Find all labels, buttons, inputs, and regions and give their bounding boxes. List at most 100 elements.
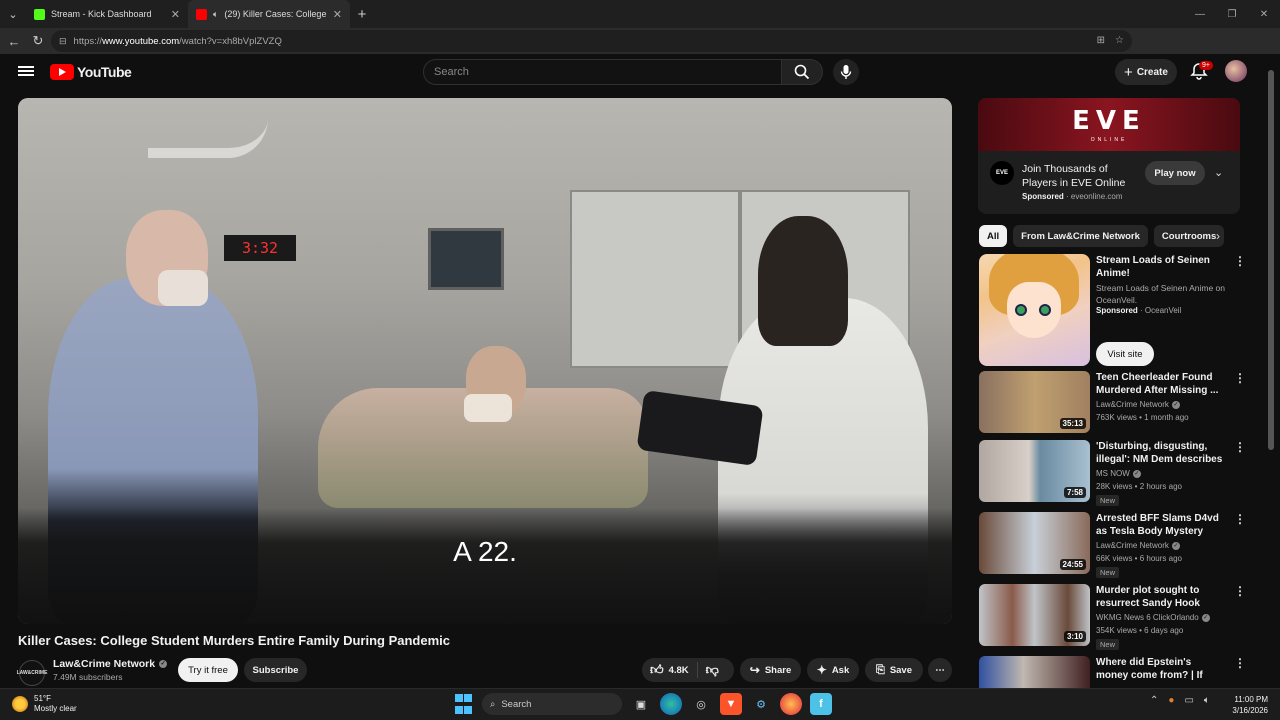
chevron-down-icon[interactable]: ⌄ — [1214, 166, 1223, 179]
list-item[interactable]: 24:55 Arrested BFF Slams D4vd as Tesla B… — [979, 512, 1246, 578]
youtube-logo[interactable]: YouTube — [50, 64, 132, 80]
brave-icon[interactable]: ▼ — [720, 693, 742, 715]
favorite-star-icon[interactable]: ☆ — [1115, 35, 1124, 46]
minimize-icon[interactable]: — — [1184, 0, 1216, 28]
filter-chips: All From Law&Crime Network Courtrooms — [979, 225, 1225, 247]
video-thumbnail[interactable]: 24:55 — [979, 512, 1090, 574]
speaker-icon[interactable]: 🔈︎ — [213, 9, 218, 20]
list-item[interactable]: Where did Epstein's money come from? | I… — [979, 656, 1241, 688]
person-right-hair — [758, 216, 848, 346]
channel-line[interactable]: Law&Crime Network ✓ — [1096, 541, 1180, 550]
ad-card[interactable]: EVE ONLINE EVE Join Thousands of Players… — [978, 98, 1240, 214]
channel-avatar[interactable]: LAW&CRIME — [17, 660, 47, 686]
play-now-button[interactable]: Play now — [1145, 161, 1205, 185]
video-title[interactable]: Arrested BFF Slams D4vd as Tesla Body My… — [1096, 512, 1226, 538]
app-available-icon[interactable]: ⊞ — [1097, 35, 1105, 46]
channel-line[interactable]: MS NOW ✓ — [1096, 469, 1141, 478]
ad-sponsor-line: Sponsored · eveonline.com — [1022, 192, 1123, 201]
edge-icon[interactable] — [660, 693, 682, 715]
video-title[interactable]: Murder plot sought to resurrect Sandy Ho… — [1096, 584, 1226, 610]
sponsored-video-card[interactable]: Stream Loads of Seinen Anime! Stream Loa… — [979, 254, 1246, 366]
like-button[interactable]: 👍︎ 4.8K — [650, 662, 698, 678]
list-item[interactable]: 7:58 'Disturbing, disgusting, illegal': … — [979, 440, 1246, 506]
task-view-icon[interactable]: ▣ — [630, 693, 652, 715]
display-icon[interactable]: ▭ — [1184, 695, 1193, 706]
taskbar-clock[interactable]: 11:00 PM 3/16/2026 — [1228, 694, 1268, 716]
github-icon[interactable]: ◎ — [690, 693, 712, 715]
video-title[interactable]: Teen Cheerleader Found Murdered After Mi… — [1096, 371, 1226, 397]
advertiser-avatar[interactable]: EVE — [990, 161, 1014, 185]
dislike-button[interactable]: 👎︎ — [698, 662, 719, 678]
weather-widget[interactable]: 51°F Mostly clear — [12, 694, 77, 714]
chip-from-channel[interactable]: From Law&Crime Network — [1013, 225, 1148, 247]
steam-icon[interactable]: ⚙ — [750, 693, 772, 715]
channel-line[interactable]: WKMG News 6 ClickOrlando ✓ — [1096, 613, 1210, 622]
video-meta: 763K views • 1 month ago — [1096, 413, 1189, 422]
try-it-free-button[interactable]: Try it free — [178, 658, 238, 682]
list-item[interactable]: 35:13 Teen Cheerleader Found Murdered Af… — [979, 371, 1246, 435]
list-item[interactable]: 3:10 Murder plot sought to resurrect San… — [979, 584, 1246, 650]
search-button[interactable] — [781, 59, 823, 85]
video-title[interactable]: 'Disturbing, disgusting, illegal': NM De… — [1096, 440, 1226, 466]
taskbar-search[interactable]: ⌕ Search — [482, 693, 622, 715]
close-tab-icon[interactable]: ✕ — [171, 8, 180, 21]
url-field[interactable]: ⊟ https://www.youtube.com/watch?v=xh8bVp… — [51, 30, 1132, 52]
scrollbar-thumb[interactable] — [1268, 70, 1274, 450]
url-prefix: https:// — [73, 35, 103, 47]
channel-line[interactable]: Law&Crime Network ✓ — [1096, 400, 1180, 409]
close-window-icon[interactable]: ✕ — [1248, 0, 1280, 28]
video-thumbnail[interactable] — [979, 656, 1090, 688]
duration-badge: 7:58 — [1063, 487, 1086, 498]
site-info-icon[interactable]: ⊟ — [59, 36, 67, 47]
guide-menu-icon[interactable] — [18, 64, 34, 80]
video-title[interactable]: Where did Epstein's money come from? | I… — [1096, 656, 1226, 682]
video-player[interactable]: 3:32 A 22. — [18, 98, 952, 624]
channel-name[interactable]: Law&Crime Network ✓ — [53, 658, 168, 670]
app-icon[interactable]: f — [810, 693, 832, 715]
verified-icon: ✓ — [1171, 400, 1180, 409]
maximize-icon[interactable]: ❐ — [1216, 0, 1248, 28]
more-vertical-icon[interactable]: ⋮ — [1234, 512, 1246, 526]
tab-kick-dashboard[interactable]: Stream - Kick Dashboard ✕ — [26, 0, 188, 28]
more-actions-button[interactable]: ⋯ — [928, 658, 952, 682]
save-button[interactable]: ⎘ Save — [865, 658, 923, 682]
more-vertical-icon[interactable]: ⋮ — [1234, 656, 1241, 670]
chip-courtrooms[interactable]: Courtrooms — [1153, 225, 1225, 247]
volume-icon[interactable]: 🔈︎ — [1204, 695, 1210, 706]
account-avatar[interactable] — [1225, 60, 1247, 82]
sponsored-title[interactable]: Stream Loads of Seinen Anime! — [1096, 254, 1226, 280]
reload-icon[interactable]: ↻ — [26, 29, 50, 53]
tab-youtube-video[interactable]: 🔈︎ (29) Killer Cases: College Stud ✕ — [188, 0, 350, 28]
more-vertical-icon[interactable]: ⋮ — [1234, 440, 1246, 454]
video-thumbnail[interactable]: 7:58 — [979, 440, 1090, 502]
tab-list-button[interactable]: ⌄ — [0, 0, 26, 28]
ask-button[interactable]: ✦ Ask — [807, 658, 859, 682]
subscribe-button[interactable]: Subscribe — [244, 658, 307, 682]
more-vertical-icon[interactable]: ⋮ — [1234, 371, 1246, 385]
new-tab-button[interactable]: + — [350, 6, 374, 23]
ad-title[interactable]: Join Thousands of Players in EVE Online — [1022, 162, 1132, 190]
browser-tab-bar: ⌄ Stream - Kick Dashboard ✕ 🔈︎ (29) Kill… — [0, 0, 1280, 28]
page-scrollbar[interactable] — [1268, 58, 1274, 688]
new-badge: New — [1096, 567, 1120, 578]
sponsored-thumbnail[interactable] — [979, 254, 1090, 366]
windows-start-icon[interactable] — [452, 693, 474, 715]
more-vertical-icon[interactable]: ⋮ — [1234, 254, 1246, 268]
back-icon[interactable]: ← — [2, 29, 26, 53]
microphone-icon[interactable]: ● — [1168, 695, 1174, 706]
chip-all[interactable]: All — [979, 225, 1008, 247]
visit-site-button[interactable]: Visit site — [1096, 342, 1154, 366]
create-button[interactable]: + Create — [1115, 59, 1177, 85]
chevron-up-icon[interactable]: ⌃ — [1150, 695, 1158, 706]
video-title: Killer Cases: College Student Murders En… — [18, 633, 450, 648]
voice-search-button[interactable] — [833, 59, 859, 85]
search-input[interactable]: Search — [423, 59, 782, 85]
more-vertical-icon[interactable]: ⋮ — [1234, 584, 1246, 598]
video-thumbnail[interactable]: 35:13 — [979, 371, 1090, 433]
firefox-icon[interactable] — [780, 693, 802, 715]
video-thumbnail[interactable]: 3:10 — [979, 584, 1090, 646]
close-tab-icon[interactable]: ✕ — [333, 8, 342, 21]
chevron-right-icon[interactable]: › — [1216, 229, 1220, 243]
share-button[interactable]: ↪ Share — [740, 658, 801, 682]
ad-banner[interactable]: EVE ONLINE — [978, 98, 1240, 151]
